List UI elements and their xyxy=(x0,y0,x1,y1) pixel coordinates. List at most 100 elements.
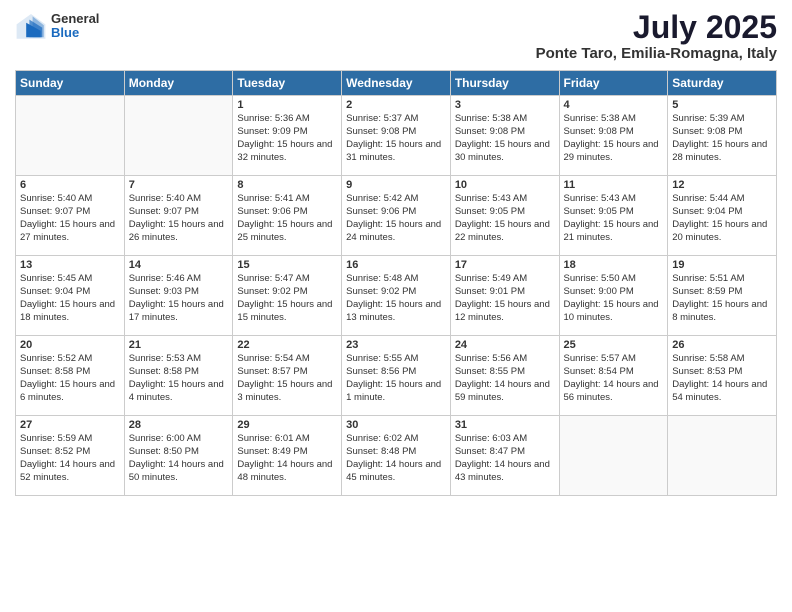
day-info: Sunrise: 5:37 AM Sunset: 9:08 PM Dayligh… xyxy=(346,113,446,164)
day-info: Sunrise: 5:42 AM Sunset: 9:06 PM Dayligh… xyxy=(346,193,446,244)
calendar-week-row: 6 Sunrise: 5:40 AM Sunset: 9:07 PM Daylig… xyxy=(16,176,777,256)
calendar-cell: 19 Sunrise: 5:51 AM Sunset: 8:59 PM Dayli… xyxy=(668,256,777,336)
day-info: Sunrise: 5:43 AM Sunset: 9:05 PM Dayligh… xyxy=(564,193,664,244)
day-info: Sunrise: 5:51 AM Sunset: 8:59 PM Dayligh… xyxy=(672,273,772,324)
calendar-header-friday: Friday xyxy=(559,71,668,96)
calendar-week-row: 13Sunrise: 5:45 AM Sunset: 9:04 PM Dayli… xyxy=(16,256,777,336)
day-number: 16 xyxy=(346,259,446,271)
calendar-cell: 31Sunrise: 6:03 AM Sunset: 8:47 PM Dayli… xyxy=(450,416,559,496)
day-number: 22 xyxy=(237,339,337,351)
day-info: Sunrise: 6:02 AM Sunset: 8:48 PM Dayligh… xyxy=(346,433,446,484)
logo: General Blue xyxy=(15,10,99,42)
day-number: 12 xyxy=(672,179,772,191)
day-number: 24 xyxy=(455,339,555,351)
day-number: 28 xyxy=(129,419,229,431)
logo-blue-text: Blue xyxy=(51,26,99,40)
day-number: 18 xyxy=(564,259,664,271)
day-number: 14 xyxy=(129,259,229,271)
calendar-header-thursday: Thursday xyxy=(450,71,559,96)
calendar-cell: 13Sunrise: 5:45 AM Sunset: 9:04 PM Dayli… xyxy=(16,256,125,336)
day-number: 3 xyxy=(455,99,555,111)
day-number: 6 xyxy=(20,179,120,191)
calendar-cell: 28 Sunrise: 6:00 AM Sunset: 8:50 PM Dayli… xyxy=(124,416,233,496)
day-number: 17 xyxy=(455,259,555,271)
header: General Blue July 2025 Ponte Taro, Emili… xyxy=(15,10,777,62)
day-info: Sunrise: 5:58 AM Sunset: 8:53 PM Dayligh… xyxy=(672,353,772,404)
day-info: Sunrise: 5:40 AM Sunset: 9:07 PM Dayligh… xyxy=(129,193,229,244)
day-info: Sunrise: 6:03 AM Sunset: 8:47 PM Dayligh… xyxy=(455,433,555,484)
day-info: Sunrise: 5:53 AM Sunset: 8:58 PM Dayligh… xyxy=(129,353,229,404)
day-info: Sunrise: 5:38 AM Sunset: 9:08 PM Dayligh… xyxy=(564,113,664,164)
calendar-cell: 17 Sunrise: 5:49 AM Sunset: 9:01 PM Dayli… xyxy=(450,256,559,336)
calendar-cell: 10Sunrise: 5:43 AM Sunset: 9:05 PM Dayli… xyxy=(450,176,559,256)
day-number: 1 xyxy=(237,99,337,111)
logo-general-text: General xyxy=(51,12,99,26)
calendar-cell: 26 Sunrise: 5:58 AM Sunset: 8:53 PM Dayli… xyxy=(668,336,777,416)
calendar-cell: 1 Sunrise: 5:36 AM Sunset: 9:09 PM Daylig… xyxy=(233,96,342,176)
calendar-cell: 18 Sunrise: 5:50 AM Sunset: 9:00 PM Dayli… xyxy=(559,256,668,336)
calendar-header-wednesday: Wednesday xyxy=(342,71,451,96)
logo-text: General Blue xyxy=(51,12,99,41)
day-number: 7 xyxy=(129,179,229,191)
calendar-cell: 22 Sunrise: 5:54 AM Sunset: 8:57 PM Dayli… xyxy=(233,336,342,416)
calendar-cell: 25Sunrise: 5:57 AM Sunset: 8:54 PM Dayli… xyxy=(559,336,668,416)
day-info: Sunrise: 5:56 AM Sunset: 8:55 PM Dayligh… xyxy=(455,353,555,404)
day-info: Sunrise: 5:39 AM Sunset: 9:08 PM Dayligh… xyxy=(672,113,772,164)
calendar-cell: 4 Sunrise: 5:38 AM Sunset: 9:08 PM Daylig… xyxy=(559,96,668,176)
logo-icon xyxy=(15,10,47,42)
calendar-cell: 30 Sunrise: 6:02 AM Sunset: 8:48 PM Dayli… xyxy=(342,416,451,496)
calendar: SundayMondayTuesdayWednesdayThursdayFrid… xyxy=(15,70,777,496)
main-title: July 2025 xyxy=(536,10,777,45)
day-info: Sunrise: 5:48 AM Sunset: 9:02 PM Dayligh… xyxy=(346,273,446,324)
day-number: 30 xyxy=(346,419,446,431)
day-number: 4 xyxy=(564,99,664,111)
page: General Blue July 2025 Ponte Taro, Emili… xyxy=(0,0,792,612)
calendar-cell: 7 Sunrise: 5:40 AM Sunset: 9:07 PM Daylig… xyxy=(124,176,233,256)
calendar-cell xyxy=(668,416,777,496)
calendar-cell: 16 Sunrise: 5:48 AM Sunset: 9:02 PM Dayli… xyxy=(342,256,451,336)
calendar-cell: 14Sunrise: 5:46 AM Sunset: 9:03 PM Dayli… xyxy=(124,256,233,336)
calendar-cell: 27Sunrise: 5:59 AM Sunset: 8:52 PM Dayli… xyxy=(16,416,125,496)
calendar-week-row: 27Sunrise: 5:59 AM Sunset: 8:52 PM Dayli… xyxy=(16,416,777,496)
calendar-cell: 9 Sunrise: 5:42 AM Sunset: 9:06 PM Daylig… xyxy=(342,176,451,256)
calendar-cell xyxy=(16,96,125,176)
day-number: 26 xyxy=(672,339,772,351)
day-number: 9 xyxy=(346,179,446,191)
day-number: 27 xyxy=(20,419,120,431)
day-info: Sunrise: 5:47 AM Sunset: 9:02 PM Dayligh… xyxy=(237,273,337,324)
day-info: Sunrise: 5:44 AM Sunset: 9:04 PM Dayligh… xyxy=(672,193,772,244)
day-number: 15 xyxy=(237,259,337,271)
title-block: July 2025 Ponte Taro, Emilia-Romagna, It… xyxy=(536,10,777,62)
day-info: Sunrise: 5:54 AM Sunset: 8:57 PM Dayligh… xyxy=(237,353,337,404)
calendar-cell: 23Sunrise: 5:55 AM Sunset: 8:56 PM Dayli… xyxy=(342,336,451,416)
sub-title: Ponte Taro, Emilia-Romagna, Italy xyxy=(536,45,777,62)
day-number: 29 xyxy=(237,419,337,431)
day-info: Sunrise: 5:57 AM Sunset: 8:54 PM Dayligh… xyxy=(564,353,664,404)
calendar-cell: 20Sunrise: 5:52 AM Sunset: 8:58 PM Dayli… xyxy=(16,336,125,416)
calendar-cell: 24 Sunrise: 5:56 AM Sunset: 8:55 PM Dayli… xyxy=(450,336,559,416)
calendar-cell: 21 Sunrise: 5:53 AM Sunset: 8:58 PM Dayli… xyxy=(124,336,233,416)
day-info: Sunrise: 5:49 AM Sunset: 9:01 PM Dayligh… xyxy=(455,273,555,324)
calendar-cell xyxy=(124,96,233,176)
calendar-cell: 6Sunrise: 5:40 AM Sunset: 9:07 PM Daylig… xyxy=(16,176,125,256)
day-info: Sunrise: 5:41 AM Sunset: 9:06 PM Dayligh… xyxy=(237,193,337,244)
calendar-cell: 2Sunrise: 5:37 AM Sunset: 9:08 PM Daylig… xyxy=(342,96,451,176)
day-number: 5 xyxy=(672,99,772,111)
calendar-header-row: SundayMondayTuesdayWednesdayThursdayFrid… xyxy=(16,71,777,96)
day-info: Sunrise: 6:00 AM Sunset: 8:50 PM Dayligh… xyxy=(129,433,229,484)
day-info: Sunrise: 5:45 AM Sunset: 9:04 PM Dayligh… xyxy=(20,273,120,324)
day-info: Sunrise: 5:50 AM Sunset: 9:00 PM Dayligh… xyxy=(564,273,664,324)
day-number: 23 xyxy=(346,339,446,351)
calendar-header-monday: Monday xyxy=(124,71,233,96)
day-number: 10 xyxy=(455,179,555,191)
day-number: 19 xyxy=(672,259,772,271)
day-info: Sunrise: 5:36 AM Sunset: 9:09 PM Dayligh… xyxy=(237,113,337,164)
day-info: Sunrise: 5:38 AM Sunset: 9:08 PM Dayligh… xyxy=(455,113,555,164)
calendar-cell: 15 Sunrise: 5:47 AM Sunset: 9:02 PM Dayli… xyxy=(233,256,342,336)
day-info: Sunrise: 6:01 AM Sunset: 8:49 PM Dayligh… xyxy=(237,433,337,484)
calendar-cell: 3 Sunrise: 5:38 AM Sunset: 9:08 PM Daylig… xyxy=(450,96,559,176)
day-number: 21 xyxy=(129,339,229,351)
calendar-cell: 5 Sunrise: 5:39 AM Sunset: 9:08 PM Daylig… xyxy=(668,96,777,176)
calendar-week-row: 1 Sunrise: 5:36 AM Sunset: 9:09 PM Daylig… xyxy=(16,96,777,176)
calendar-header-saturday: Saturday xyxy=(668,71,777,96)
